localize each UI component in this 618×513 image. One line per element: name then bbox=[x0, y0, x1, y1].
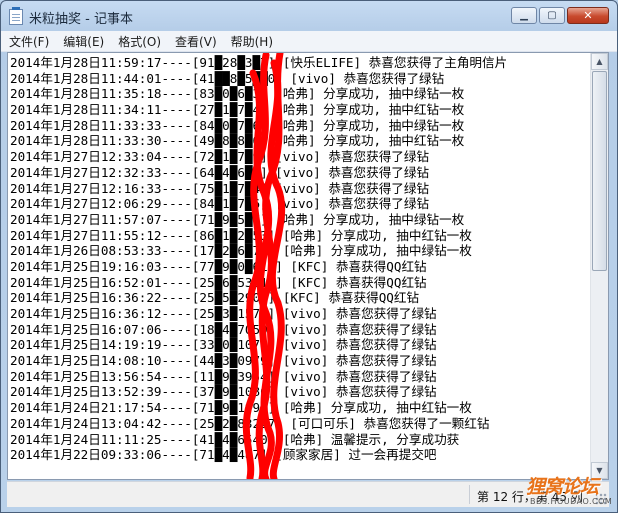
text-line: 2014年1月28日11:33:30----[49█8█8█6] [哈弗] 分享… bbox=[10, 133, 465, 149]
text-line: 2014年1月27日11:57:07----[71█9█5█7] [哈弗] 分享… bbox=[10, 211, 465, 227]
text-line: 2014年1月25日13:52:39----[37█9█1086] [vivo]… bbox=[10, 384, 437, 400]
text-line: 2014年1月28日11:35:18----[83█0█6█3] [哈弗] 分享… bbox=[10, 86, 465, 102]
scroll-up-arrow-icon[interactable]: ▲ bbox=[591, 53, 608, 70]
menu-help[interactable]: 帮助(H) bbox=[225, 33, 279, 50]
maximize-icon: ▢ bbox=[547, 10, 557, 21]
text-line: 2014年1月25日14:08:10----[44█3█0979] [vivo]… bbox=[10, 353, 437, 369]
window-title: 米粒抽奖 - 记事本 bbox=[29, 12, 133, 27]
menu-bar: 文件(F) 编辑(E) 格式(O) 查看(V) 帮助(H) bbox=[1, 31, 617, 52]
forum-watermark-logo: 狸窝论坛 BBS.HOUDAO.COM bbox=[520, 470, 618, 513]
text-line: 2014年1月27日12:33:04----[72█1█7█9] [vivo] … bbox=[10, 149, 430, 165]
vertical-scrollbar[interactable]: ▲ ▼ bbox=[590, 53, 608, 479]
text-editor[interactable]: 2014年1月28日11:59:17----[91█28█3█7] [快乐ELI… bbox=[7, 52, 609, 480]
minimize-button[interactable]: ▁ bbox=[511, 7, 537, 24]
menu-file[interactable]: 文件(F) bbox=[3, 33, 55, 50]
status-divider bbox=[469, 485, 470, 504]
close-button[interactable]: ✕ bbox=[567, 7, 609, 24]
text-line: 2014年1月28日11:44:01----[41██8█5██0] [vivo… bbox=[10, 70, 445, 86]
text-line: 2014年1月27日12:32:33----[64█4█6█7] [vivo] … bbox=[10, 164, 430, 180]
text-line: 2014年1月25日19:16:03----[77█9█0█614] [KFC]… bbox=[10, 258, 427, 274]
text-line: 2014年1月25日16:52:01----[25█6█53318] [KFC]… bbox=[10, 274, 427, 290]
text-line: 2014年1月25日16:36:12----[25█3█1576] [vivo]… bbox=[10, 306, 437, 321]
close-icon: ✕ bbox=[583, 9, 593, 22]
title-bar[interactable]: 米粒抽奖 - 记事本 ▁ ▢ ✕ bbox=[1, 1, 617, 31]
text-line: 2014年1月28日11:33:33----[84█0█7█6] [哈弗] 分享… bbox=[10, 117, 465, 133]
text-line: 2014年1月24日13:04:42----[25█2█83227] [可口可乐… bbox=[10, 415, 490, 431]
text-line: 2014年1月25日16:07:06----[18█4█7059] [vivo]… bbox=[10, 321, 437, 337]
text-line: 2014年1月27日11:55:12----[86█1█2█53] [哈弗] 分… bbox=[10, 227, 472, 243]
maximize-button[interactable]: ▢ bbox=[539, 7, 565, 24]
scrollbar-thumb[interactable] bbox=[592, 71, 607, 271]
text-line: 2014年1月25日14:19:19----[33█0█1074] [vivo]… bbox=[10, 337, 437, 353]
text-line: 2014年1月27日12:16:33----[75█1█7█4] [vivo] … bbox=[10, 180, 430, 196]
text-line: 2014年1月24日11:11:25----[41█4█6540] [哈弗] 温… bbox=[10, 431, 460, 447]
menu-edit[interactable]: 编辑(E) bbox=[57, 33, 110, 50]
text-line: 2014年1月28日11:34:11----[27█1█7█4] [哈弗] 分享… bbox=[10, 102, 465, 118]
text-line: 2014年1月24日21:17:54----[71█9█1994] [哈弗] 分… bbox=[10, 400, 472, 416]
menu-view[interactable]: 查看(V) bbox=[169, 33, 223, 50]
watermark-title: 狸窝论坛 bbox=[526, 476, 599, 498]
text-line: 2014年1月25日16:36:22----[25█5█2907] [KFC] … bbox=[10, 290, 420, 306]
text-line: 2014年1月25日13:56:54----[11█9█3954] [vivo]… bbox=[10, 368, 437, 384]
menu-format[interactable]: 格式(O) bbox=[112, 33, 167, 50]
text-line: 2014年1月22日09:33:06----[71█4█487] [顾家家居] … bbox=[10, 447, 437, 463]
text-line: 2014年1月28日11:59:17----[91█28█3█7] [快乐ELI… bbox=[10, 55, 508, 70]
text-line: 2014年1月27日12:06:29----[84█1█7█6] [vivo] … bbox=[10, 196, 430, 212]
status-bar: 第 12 行，第 45 列 bbox=[7, 481, 609, 507]
text-line: 2014年1月26日08:53:33----[17█2█6█73] [哈弗] 分… bbox=[10, 243, 472, 259]
text-content[interactable]: 2014年1月28日11:59:17----[91█28█3█7] [快乐ELI… bbox=[10, 55, 590, 463]
notepad-window: 米粒抽奖 - 记事本 ▁ ▢ ✕ 文件(F) 编辑(E) 格式(O) 查看(V)… bbox=[0, 0, 618, 513]
watermark-url: BBS.HOUDAO.COM bbox=[530, 497, 613, 506]
notepad-app-icon bbox=[9, 7, 23, 25]
minimize-icon: ▁ bbox=[520, 10, 528, 21]
